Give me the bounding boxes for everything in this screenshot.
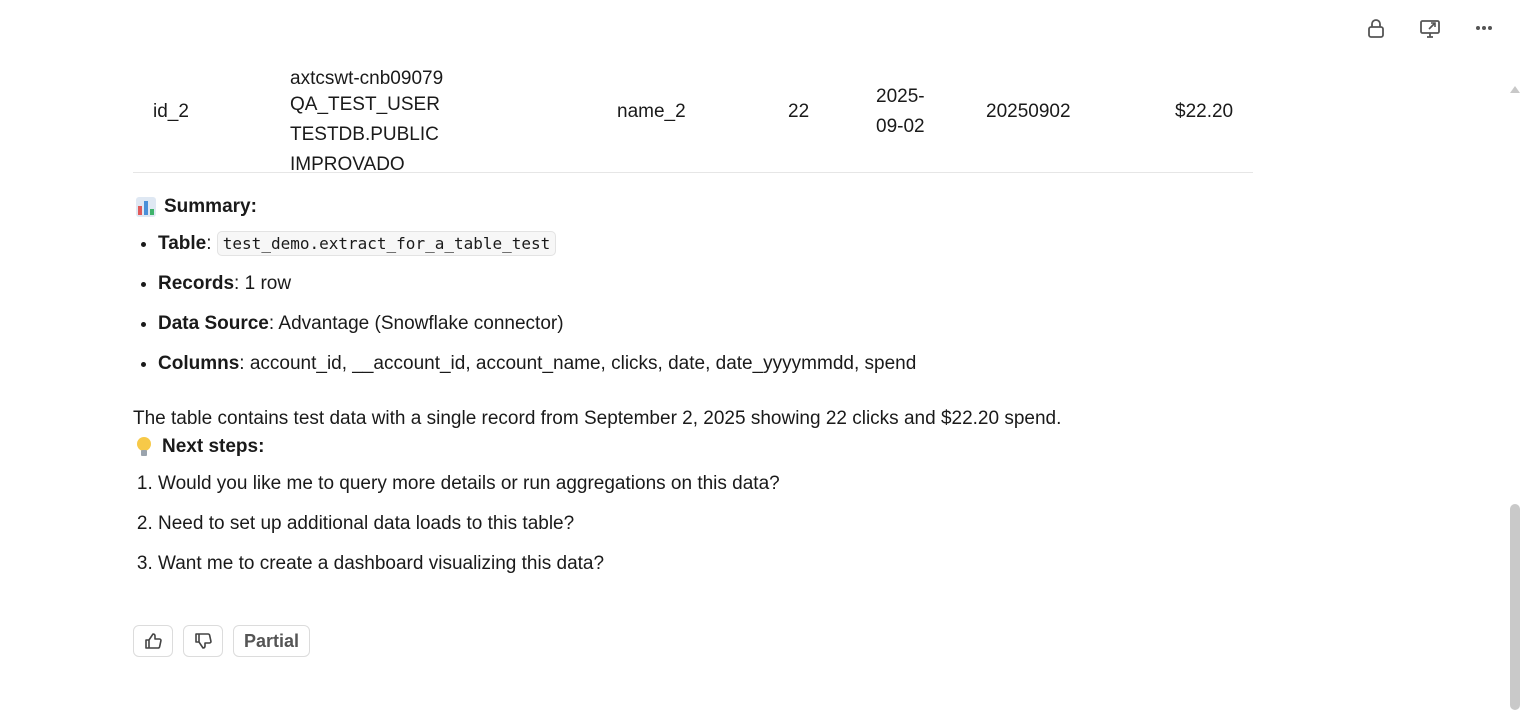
table-row: id_2 axtcswt-cnb09079 QA_TEST_USER TESTD… (133, 68, 1253, 175)
summary-item-columns: Columns: account_id, __account_id, accou… (158, 346, 916, 386)
cell-account-id-line3: IMPROVADO (290, 154, 405, 175)
summary-item-value: Advantage (Snowflake connector) (278, 313, 564, 334)
summary-paragraph: The table contains test data with a sing… (133, 408, 1062, 429)
summary-list: Table: test_demo.extract_for_a_table_tes… (133, 226, 916, 386)
lightbulb-icon (136, 437, 152, 457)
thumbs-up-icon (145, 633, 162, 649)
next-steps-heading-text: Next steps: (162, 436, 265, 457)
summary-item-sep: : (234, 273, 245, 294)
summary-item-value: account_id, __account_id, account_name, … (249, 353, 917, 374)
summary-heading: Summary: (136, 196, 257, 218)
summary-item-label: Table (158, 233, 207, 254)
next-steps-heading: Next steps: (136, 436, 264, 458)
feedback-bar: Partial (133, 625, 311, 657)
scroll-up-arrow-icon[interactable] (1510, 86, 1520, 93)
cell-account-id: axtcswt-cnb09079 QA_TEST_USER TESTDB.PUB… (290, 68, 590, 180)
summary-heading-text: Summary: (164, 196, 257, 217)
summary-item-value: 1 row (244, 273, 292, 294)
table-name-code: test_demo.extract_for_a_table_test (216, 231, 557, 256)
summary-item-label: Records (158, 273, 235, 294)
scrollbar[interactable] (1509, 80, 1521, 720)
scrollbar-thumb[interactable] (1510, 504, 1520, 710)
next-step-item: Would you like me to query more details … (158, 466, 780, 506)
summary-item-label: Columns (158, 353, 240, 374)
summary-item-label: Data Source (158, 313, 269, 334)
cell-account-id-line2: QA_TEST_USER TESTDB.PUBLIC (290, 94, 440, 145)
bar-chart-icon (136, 197, 156, 217)
next-steps-list: Would you like me to query more details … (133, 466, 780, 586)
partial-button[interactable]: Partial (233, 625, 311, 657)
cell-account-id-clipped: axtcswt-cnb09079 (290, 68, 444, 89)
summary-item-sep: : (239, 353, 250, 374)
cell-date-line1: 2025- (876, 86, 925, 107)
next-step-item: Need to set up additional data loads to … (158, 506, 780, 546)
cell-id: id_2 (153, 101, 189, 122)
thumbs-up-button[interactable] (133, 625, 173, 657)
summary-item-records: Records: 1 row (158, 266, 916, 306)
next-step-item: Want me to create a dashboard visualizin… (158, 546, 780, 586)
cell-account-name: name_2 (617, 101, 686, 122)
cell-spend: $22.20 (1175, 101, 1234, 122)
summary-item-data-source: Data Source: Advantage (Snowflake connec… (158, 306, 916, 346)
cell-date: 2025- 09-02 (876, 82, 925, 142)
monitor-arrow-icon[interactable] (1418, 16, 1442, 40)
more-icon[interactable] (1472, 16, 1496, 40)
lock-icon[interactable] (1364, 16, 1388, 40)
summary-item-sep: : (268, 313, 279, 334)
thumbs-down-button[interactable] (183, 625, 223, 657)
top-toolbar (1364, 16, 1496, 40)
cell-clicks: 22 (788, 101, 810, 122)
thumbs-down-icon (195, 633, 212, 649)
cell-date-line2: 09-02 (876, 116, 925, 137)
cell-date-yyyymmdd: 20250902 (986, 101, 1071, 122)
summary-item-table: Table: test_demo.extract_for_a_table_tes… (158, 226, 916, 266)
summary-item-sep: : (206, 233, 217, 254)
